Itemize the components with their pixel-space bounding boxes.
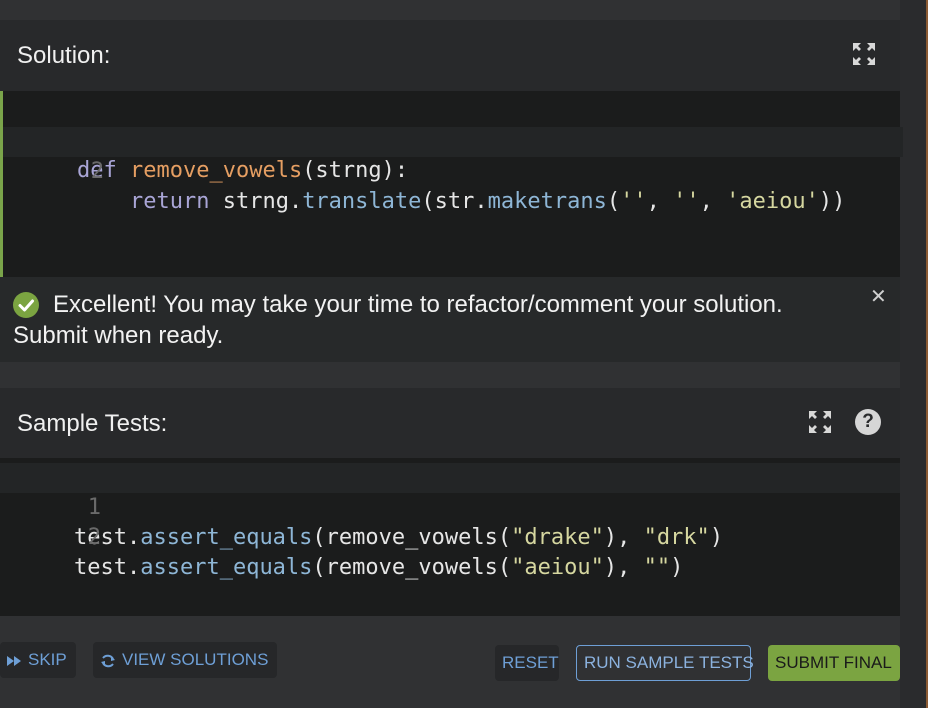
code-line: 2 test.assert_equals(remove_vowels("aeio… — [0, 493, 900, 580]
solution-title: Solution: — [17, 42, 111, 69]
code-text: test.assert_equals(remove_vowels("drake"… — [74, 525, 724, 550]
view-solutions-button[interactable]: VIEW SOLUTIONS — [93, 642, 277, 678]
close-icon[interactable]: ✕ — [870, 287, 887, 307]
code-line-active: 1 test.assert_equals(remove_vowels("drak… — [0, 463, 900, 550]
tests-title: Sample Tests: — [17, 410, 168, 437]
check-circle-icon — [13, 292, 39, 318]
code-text: return strng.translate(str.maketrans('',… — [129, 189, 846, 214]
help-icon[interactable]: ? — [855, 409, 881, 435]
tests-header: Sample Tests: ? — [0, 388, 900, 458]
code-text: def remove_vowels(strng): — [77, 158, 409, 183]
solution-editor[interactable]: 1 def remove_vowels(strng): 2 return str… — [0, 91, 903, 277]
expand-icon[interactable] — [852, 42, 876, 66]
tests-editor[interactable]: 1 test.assert_equals(remove_vowels("drak… — [0, 458, 900, 616]
run-sample-tests-button[interactable]: RUN SAMPLE TESTS — [576, 645, 754, 681]
code-text: test.assert_equals(remove_vowels("aeiou"… — [74, 555, 684, 580]
solution-header: Solution: — [0, 20, 900, 91]
expand-icon[interactable] — [808, 410, 832, 434]
skip-label: SKIP — [28, 650, 67, 669]
code-line: 1 def remove_vowels(strng): — [3, 96, 903, 183]
line-number: 2 — [87, 525, 101, 550]
line-number: 2 — [90, 159, 104, 184]
skip-button[interactable]: SKIP — [0, 642, 76, 678]
alert-message: Excellent! You may take your time to ref… — [53, 291, 783, 318]
submit-final-button[interactable]: SUBMIT FINAL — [768, 645, 900, 681]
alert-message-cont: Submit when ready. — [13, 322, 224, 349]
code-line-active: 2 return strng.translate(str.maketrans('… — [3, 127, 903, 214]
view-solutions-label: VIEW SOLUTIONS — [122, 650, 269, 669]
fast-forward-icon — [7, 655, 21, 666]
reset-button[interactable]: RESET — [495, 645, 559, 681]
right-edge — [900, 0, 928, 708]
refresh-icon — [101, 654, 115, 667]
success-alert: Excellent! You may take your time to ref… — [0, 277, 900, 362]
